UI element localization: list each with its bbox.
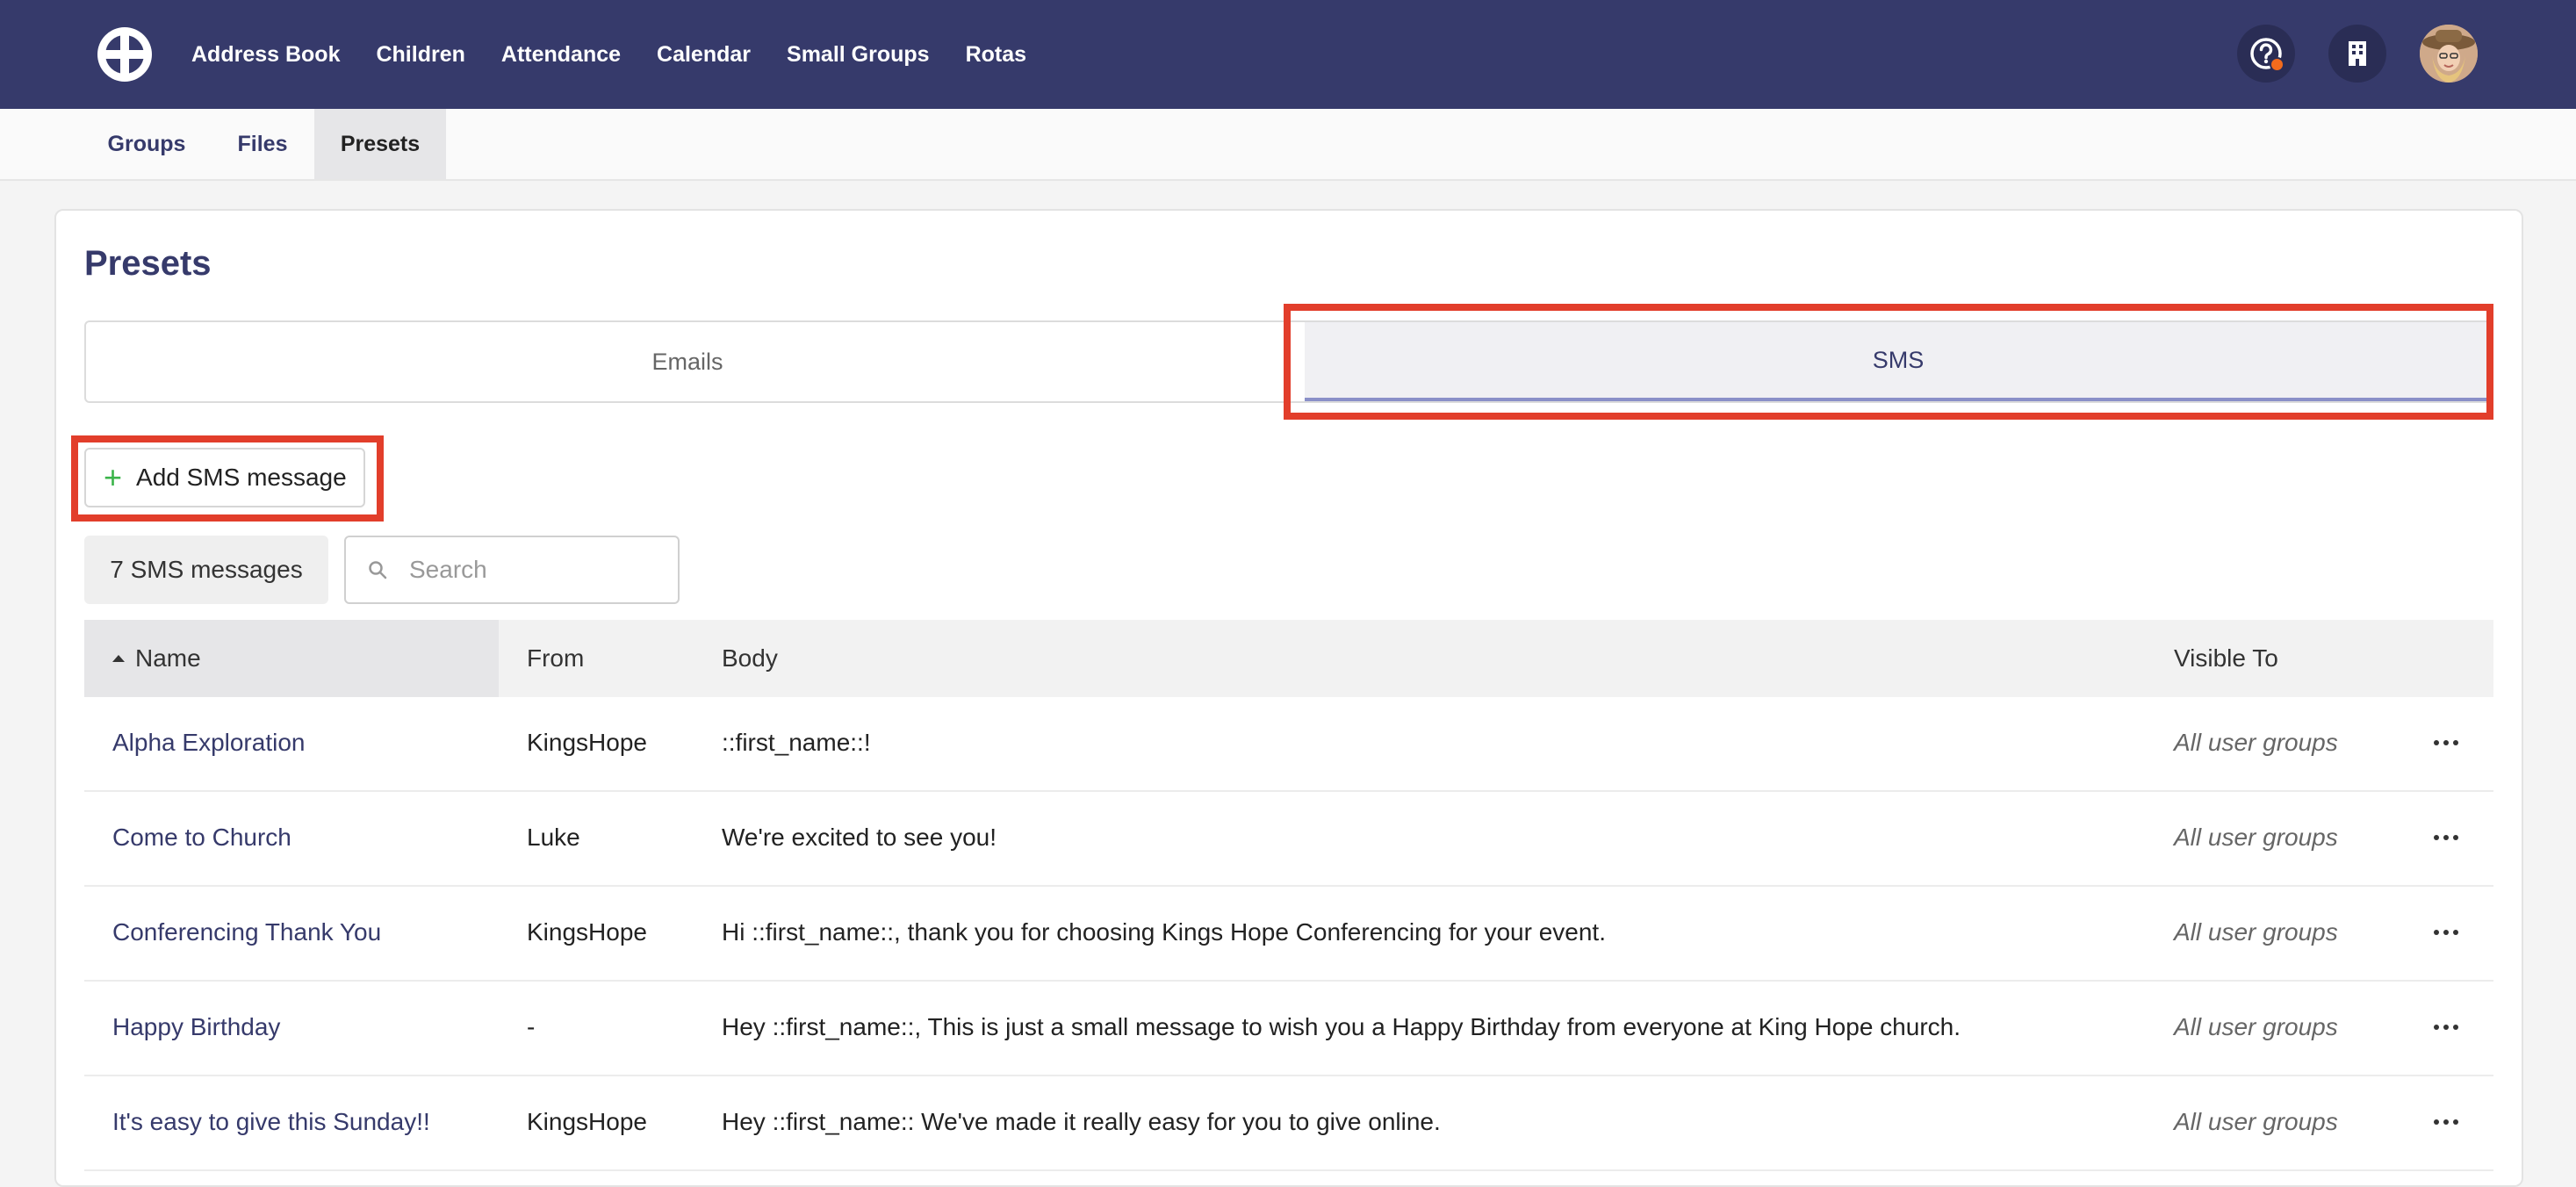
preset-type-tabs: Emails SMS (84, 320, 2493, 403)
preset-visible-to: All user groups (2174, 1013, 2338, 1040)
preset-name-link[interactable]: Come to Church (112, 792, 291, 883)
preset-from: KingsHope (527, 918, 647, 946)
search-icon (367, 559, 388, 580)
top-navbar: Address Book Children Attendance Calenda… (0, 0, 2576, 109)
main-nav: Address Book Children Attendance Calenda… (191, 0, 1062, 109)
preset-body: Hey ::first_name::, This is just a small… (722, 1013, 1961, 1040)
search-input[interactable] (407, 555, 657, 585)
subtab-files[interactable]: Files (211, 109, 314, 179)
tab-sms[interactable]: SMS (1305, 322, 2492, 401)
preset-visible-to: All user groups (2174, 1108, 2338, 1135)
sms-presets-table: Name From Body Visible To Alpha Explorat… (84, 620, 2493, 1171)
add-sms-message-button[interactable]: + Add SMS message (84, 448, 365, 507)
preset-from: KingsHope (527, 729, 647, 756)
column-header-visible-to[interactable]: Visible To (2174, 620, 2278, 697)
preset-from: KingsHope (527, 1108, 647, 1135)
preset-from: Luke (527, 824, 580, 851)
preset-body: Hi ::first_name::, thank you for choosin… (722, 918, 1606, 946)
more-icon[interactable] (2428, 792, 2464, 883)
preset-name-link[interactable]: Happy Birthday (112, 982, 280, 1073)
plus-icon: + (104, 459, 123, 495)
search-box (344, 536, 680, 604)
building-icon (2349, 41, 2366, 66)
more-icon[interactable] (2428, 887, 2464, 978)
preset-visible-to: All user groups (2174, 824, 2338, 851)
nav-address-book[interactable]: Address Book (191, 42, 340, 68)
table-header: Name From Body Visible To (84, 620, 2493, 697)
preset-visible-to: All user groups (2174, 918, 2338, 946)
more-icon[interactable] (2428, 697, 2464, 788)
organisation-button[interactable] (2328, 25, 2386, 83)
user-avatar[interactable] (2420, 25, 2478, 83)
preset-name-link[interactable]: Conferencing Thank You (112, 887, 381, 978)
nav-children[interactable]: Children (376, 42, 464, 68)
table-row: Happy Birthday - Hey ::first_name::, Thi… (84, 982, 2493, 1076)
add-sms-message-label: Add SMS message (136, 464, 347, 491)
nav-attendance[interactable]: Attendance (501, 42, 621, 68)
table-row: Conferencing Thank You KingsHope Hi ::fi… (84, 887, 2493, 982)
more-icon[interactable] (2428, 982, 2464, 1073)
preset-name-link[interactable]: It's easy to give this Sunday!! (112, 1076, 430, 1168)
more-icon[interactable] (2428, 1076, 2464, 1168)
help-button[interactable] (2237, 25, 2295, 83)
table-row: It's easy to give this Sunday!! KingsHop… (84, 1076, 2493, 1171)
nav-small-groups[interactable]: Small Groups (787, 42, 930, 68)
preset-from: - (527, 1013, 536, 1040)
sub-navigation: Groups Files Presets (0, 109, 2576, 181)
preset-visible-to: All user groups (2174, 729, 2338, 756)
preset-body: ::first_name::! (722, 729, 871, 756)
tab-emails[interactable]: Emails (86, 322, 1289, 401)
preset-body: Hey ::first_name:: We've made it really … (722, 1108, 1441, 1135)
preset-body: We're excited to see you! (722, 824, 997, 851)
table-row: Alpha Exploration KingsHope ::first_name… (84, 697, 2493, 792)
sort-ascending-icon (112, 655, 125, 662)
column-header-name-label: Name (135, 644, 201, 672)
presets-card: Presets Emails SMS + Add SMS message 7 S… (54, 209, 2523, 1187)
app-logo-icon[interactable] (95, 25, 155, 84)
nav-rotas[interactable]: Rotas (966, 42, 1026, 68)
column-header-from[interactable]: From (527, 620, 584, 697)
subtab-groups[interactable]: Groups (83, 109, 211, 179)
nav-calendar[interactable]: Calendar (657, 42, 751, 68)
page-title: Presets (84, 244, 212, 283)
message-count: 7 SMS messages (84, 536, 328, 604)
table-row: Come to Church Luke We're excited to see… (84, 792, 2493, 887)
column-header-body[interactable]: Body (722, 620, 778, 697)
column-header-name[interactable]: Name (84, 620, 499, 697)
notification-dot (2270, 57, 2285, 72)
preset-name-link[interactable]: Alpha Exploration (112, 697, 305, 788)
subtab-presets[interactable]: Presets (314, 109, 446, 179)
avatar-image (2420, 25, 2478, 83)
